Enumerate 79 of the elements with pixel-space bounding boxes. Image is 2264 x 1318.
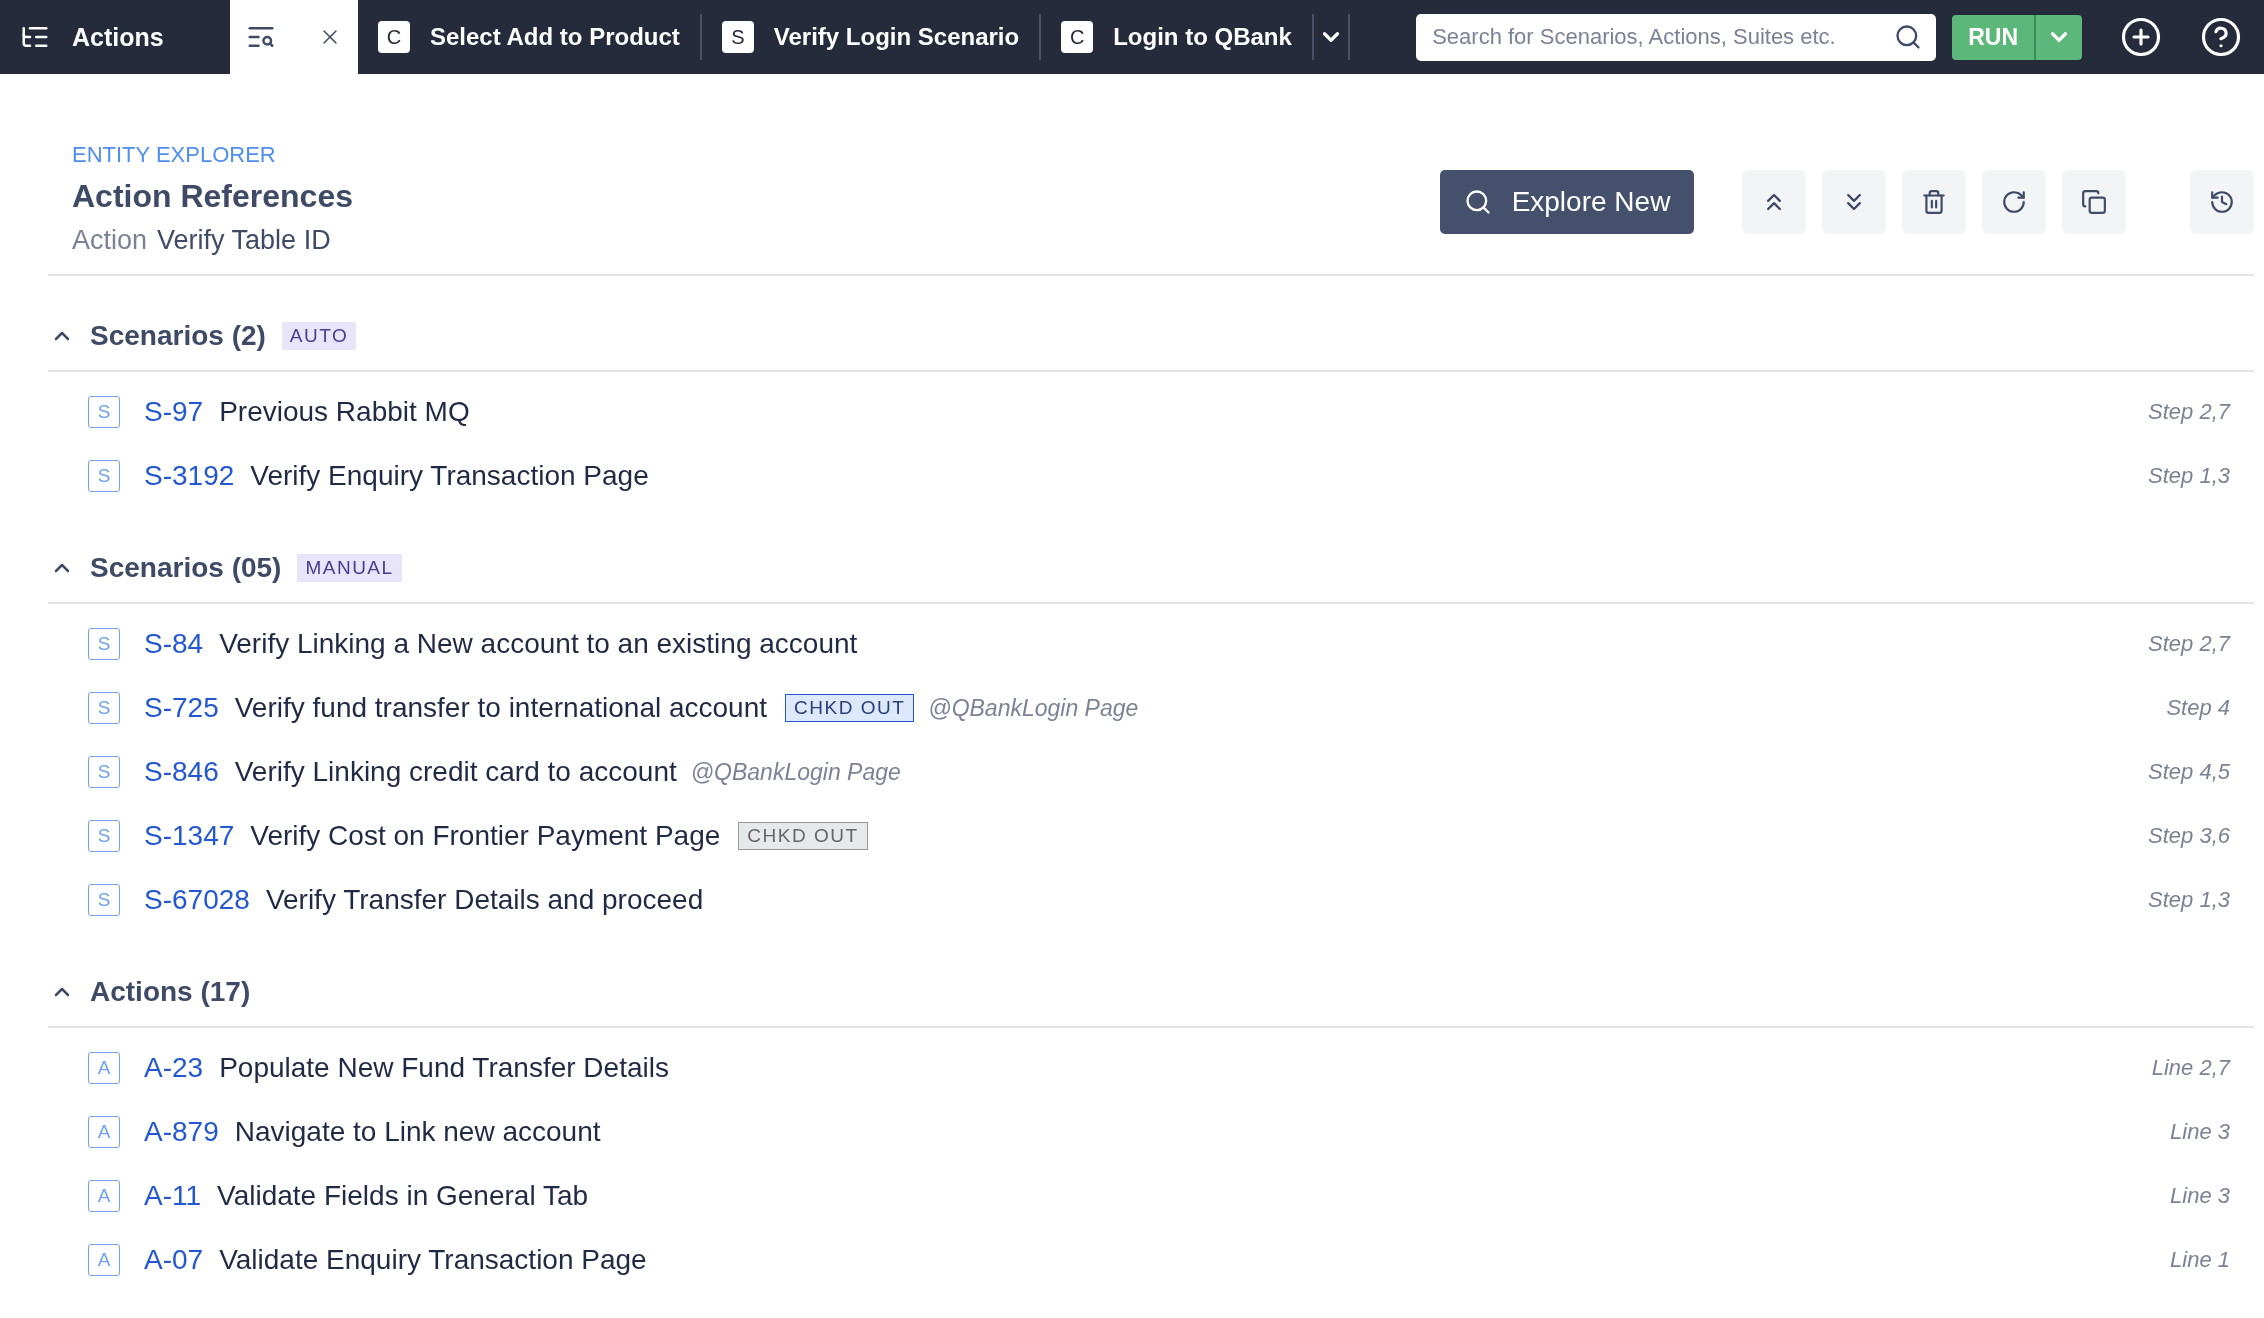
- search-icon[interactable]: [1894, 22, 1923, 51]
- entity-name: Populate New Fund Transfer Details: [219, 1052, 669, 1084]
- context-label: @QBankLogin Page: [928, 694, 1139, 722]
- tab-type-badge: S: [721, 21, 754, 53]
- entity-id-link[interactable]: S-97: [144, 396, 204, 428]
- entity-id-link[interactable]: S-84: [144, 628, 204, 660]
- refresh-button[interactable]: [1982, 170, 2046, 234]
- history-button[interactable]: [2190, 170, 2254, 234]
- location-label: Step 4: [2166, 695, 2230, 721]
- page-title: Action References: [72, 178, 353, 215]
- location-label: Line 1: [2170, 1247, 2230, 1273]
- entity-type-badge: S: [88, 820, 120, 852]
- refresh-icon: [2001, 189, 2027, 215]
- entity-id-link[interactable]: S-846: [144, 756, 219, 788]
- entity-name: Previous Rabbit MQ: [219, 396, 470, 428]
- entity-id-link[interactable]: A-879: [144, 1116, 219, 1148]
- entity-id-link[interactable]: S-1347: [144, 820, 235, 852]
- location-label: Step 2,7: [2148, 399, 2230, 425]
- location-label: Step 3,6: [2148, 823, 2230, 849]
- location-label: Step 1,3: [2148, 463, 2230, 489]
- entity-id-link[interactable]: S-725: [144, 692, 219, 724]
- editor-tab[interactable]: C Select Add to Product: [358, 0, 700, 74]
- tab-type-badge: C: [378, 21, 410, 53]
- location-label: Line 2,7: [2151, 1055, 2230, 1081]
- entity-type-badge: S: [88, 692, 120, 724]
- breadcrumb-label: ENTITY EXPLORER: [72, 142, 277, 168]
- entity-name: Verify Linking credit card to account: [234, 756, 677, 788]
- editor-tab[interactable]: C Login to QBank: [1041, 0, 1312, 74]
- checked-out-tag: CHKD OUT: [785, 694, 915, 722]
- section-title: Actions (17): [90, 976, 251, 1008]
- entity-id-link[interactable]: A-07: [144, 1244, 204, 1276]
- entity-name: Navigate to Link new account: [234, 1116, 601, 1148]
- entity-type-badge: S: [88, 756, 120, 788]
- entity-name: Verify Table ID: [157, 225, 331, 256]
- entity-type-badge: A: [88, 1244, 120, 1276]
- duplicate-button[interactable]: [2062, 170, 2126, 234]
- entity-name: Validate Fields in General Tab: [217, 1180, 589, 1212]
- context-label: @QBankLogin Page: [690, 758, 901, 786]
- location-label: Step 4,5: [2148, 759, 2230, 785]
- entity-id-link[interactable]: S-67028: [144, 884, 250, 916]
- entity-id-link[interactable]: S-3192: [144, 460, 235, 492]
- copy-icon: [2081, 189, 2107, 215]
- location-label: Line 3: [2170, 1119, 2230, 1145]
- entity-type-badge: S: [88, 460, 120, 492]
- type-tag: MANUAL: [297, 554, 402, 582]
- actions-menu[interactable]: Actions: [0, 0, 230, 74]
- search-icon: [1463, 188, 1492, 216]
- explore-new-button[interactable]: Explore New: [1440, 170, 1694, 234]
- entity-name: Verify fund transfer to international account: [234, 692, 768, 724]
- entity-type-badge: S: [88, 884, 120, 916]
- entity-type-badge: S: [88, 628, 120, 660]
- section-title: Scenarios (05): [90, 552, 282, 584]
- history-icon: [2209, 189, 2235, 215]
- entity-id-link[interactable]: A-23: [144, 1052, 204, 1084]
- help-button[interactable]: [2200, 16, 2242, 58]
- entity-type-badge: S: [88, 396, 120, 428]
- entity-name: Verify Cost on Frontier Payment Page: [250, 820, 721, 852]
- tab-type-badge: C: [1061, 21, 1094, 53]
- location-label: Step 1,3: [2148, 887, 2230, 913]
- search-field[interactable]: Search for Scenarios, Actions, Suites etc.: [1416, 13, 1937, 61]
- location-label: Step 2,7: [2148, 631, 2230, 657]
- run-dropdown-button[interactable]: [2034, 14, 2082, 60]
- entity-type-badge: A: [88, 1116, 120, 1148]
- entity-id-link[interactable]: A-11: [144, 1180, 202, 1212]
- entity-name: Verify Enquiry Transaction Page: [250, 460, 649, 492]
- add-button[interactable]: [2120, 16, 2162, 58]
- delete-button[interactable]: [1902, 170, 1966, 234]
- entity-name: Verify Linking a New account to an existing account: [219, 628, 858, 660]
- location-label: Line 3: [2170, 1183, 2230, 1209]
- entity-name: Verify Transfer Details and proceed: [265, 884, 704, 916]
- entity-type-badge: A: [88, 1052, 120, 1084]
- editor-tab[interactable]: S Verify Login Scenario: [701, 0, 1040, 74]
- checked-out-tag: CHKD OUT: [738, 822, 868, 850]
- entity-type-label: Action: [72, 225, 148, 256]
- trash-icon: [1921, 189, 1947, 215]
- section-title: Scenarios (2): [90, 320, 266, 352]
- entity-name: Validate Enquiry Transaction Page: [219, 1244, 647, 1276]
- entity-type-badge: A: [88, 1180, 120, 1212]
- type-tag: AUTO: [281, 322, 357, 350]
